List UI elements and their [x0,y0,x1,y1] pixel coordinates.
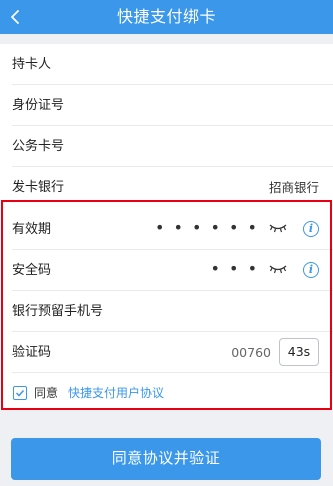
card-number-label: 公务卡号 [12,139,65,154]
highlight-frame [1,200,332,410]
issuing-bank-value: 招商银行 [268,180,319,195]
page-title: 快捷支付绑卡 [116,7,216,26]
nav-bar: 快捷支付绑卡 [0,0,333,34]
issuing-bank-label: 发卡银行 [12,180,65,195]
agree-and-verify-button[interactable]: 同意协议并验证 [11,438,321,480]
cardholder-label: 持卡人 [12,57,52,72]
cardholder-row[interactable]: 持卡人 [0,44,333,85]
card-number-row[interactable]: 公务卡号 [0,126,333,167]
id-number-row[interactable]: 身份证号 [0,85,333,126]
id-number-label: 身份证号 [12,98,65,113]
